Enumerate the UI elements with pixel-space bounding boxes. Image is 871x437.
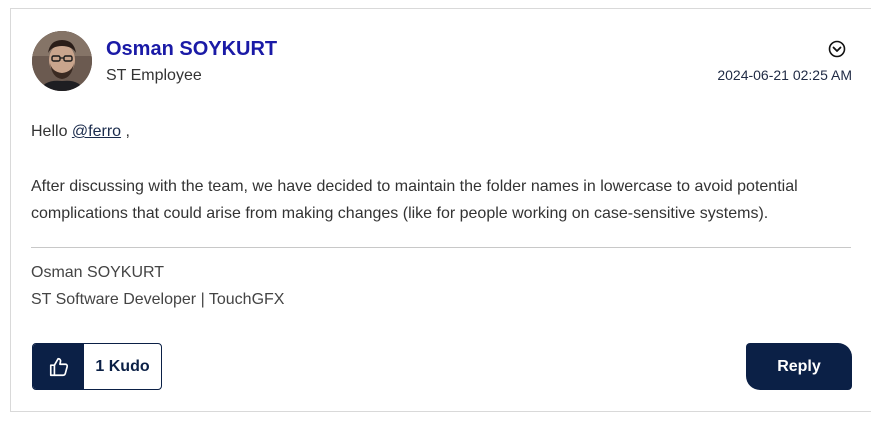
greeting-suffix: ,	[121, 123, 130, 140]
signature-title: ST Software Developer | TouchGFX	[31, 291, 285, 308]
signature-name: Osman SOYKURT	[31, 264, 165, 281]
signature-divider	[31, 247, 851, 248]
body-paragraph-line-1: After discussing with the team, we have …	[31, 178, 798, 195]
kudo-count-button[interactable]: 1 Kudo	[84, 344, 161, 389]
give-kudo-button[interactable]	[33, 344, 84, 389]
reply-button[interactable]: Reply	[746, 343, 852, 390]
chevron-down-circle-icon	[828, 40, 846, 58]
thumbs-up-icon	[49, 357, 68, 376]
author-avatar[interactable]	[32, 31, 92, 91]
kudo-control: 1 Kudo	[32, 343, 162, 390]
user-mention-link[interactable]: @ferro	[72, 123, 121, 140]
post-timestamp: 2024-06-21 02:25 AM	[717, 67, 852, 83]
author-rank: ST Employee	[106, 67, 202, 84]
author-name-link[interactable]: Osman SOYKURT	[106, 38, 277, 61]
avatar-photo	[32, 31, 92, 91]
greeting-line: Hello @ferro ,	[31, 123, 130, 141]
post-options-button[interactable]	[828, 40, 846, 58]
greeting-prefix: Hello	[31, 123, 72, 140]
body-paragraph-line-2: complications that could arise from maki…	[31, 205, 769, 222]
forum-post-card: Osman SOYKURT ST Employee 2024-06-21 02:…	[10, 8, 871, 412]
